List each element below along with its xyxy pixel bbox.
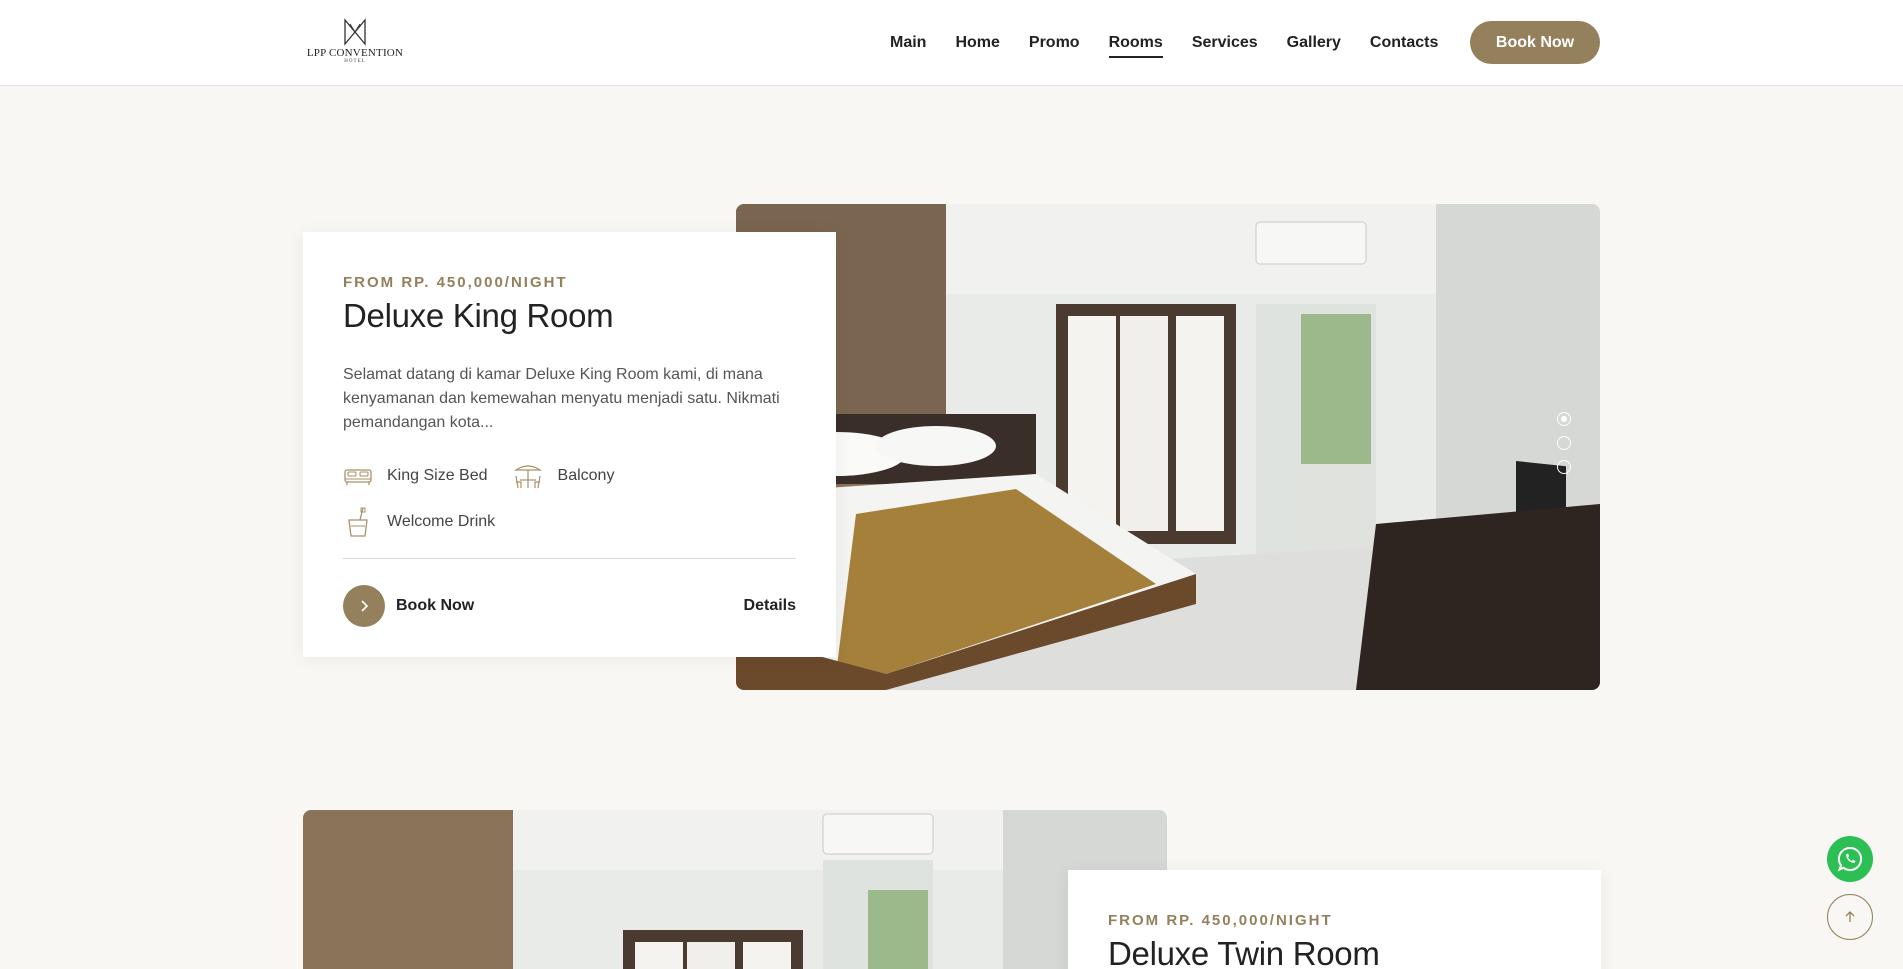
card-footer: Book Now Details — [343, 585, 796, 627]
card-divider — [343, 558, 796, 559]
carousel-dots — [1557, 412, 1571, 484]
amenity-label: Balcony — [557, 467, 615, 484]
room-description: Selamat datang di kamar Deluxe King Room… — [343, 366, 780, 431]
nav-main[interactable]: Main — [890, 28, 926, 58]
amenity-welcome-drink: Welcome Drink — [343, 506, 495, 538]
room-photo-deluxe-king[interactable] — [736, 204, 1600, 690]
logo-emblem-icon — [344, 18, 366, 46]
nav-services[interactable]: Services — [1192, 28, 1258, 58]
room-card-deluxe-twin: FROM RP. 450,000/NIGHT Deluxe Twin Room — [1068, 870, 1601, 969]
whatsapp-icon — [1837, 846, 1863, 872]
amenity-balcony: Balcony — [512, 460, 615, 492]
logo-subtext: HOTEL — [344, 59, 366, 64]
nav-rooms[interactable]: Rooms — [1108, 28, 1164, 58]
carousel-dot-3[interactable] — [1557, 460, 1571, 474]
carousel-dot-2[interactable] — [1557, 436, 1571, 450]
details-link[interactable]: Details — [744, 597, 796, 615]
room-title: Deluxe Twin Room — [1108, 935, 1380, 969]
amenity-label: King Size Bed — [387, 467, 488, 484]
nav-gallery[interactable]: Gallery — [1287, 28, 1341, 58]
logo-text: LPP CONVENTION — [306, 47, 404, 59]
scroll-to-top-button[interactable] — [1827, 894, 1873, 940]
room-price: FROM RP. 450,000/NIGHT — [1108, 912, 1333, 929]
hotel-logo[interactable]: LPP CONVENTION HOTEL — [303, 18, 407, 66]
nav-promo[interactable]: Promo — [1029, 28, 1080, 58]
header-book-now-button[interactable]: Book Now — [1470, 21, 1600, 64]
arrow-up-icon — [1845, 911, 1855, 922]
bedroom-photo — [303, 810, 1167, 969]
main-nav: Main Home Promo Rooms Services Gallery C… — [890, 0, 1467, 86]
book-now-label[interactable]: Book Now — [396, 597, 474, 615]
amenities-row: King Size Bed Balcony — [343, 459, 796, 493]
amenities-row: Welcome Drink — [343, 505, 796, 539]
site-header: LPP CONVENTION HOTEL Main Home Promo Roo… — [0, 0, 1903, 86]
room-title: Deluxe King Room — [343, 297, 614, 334]
amenity-label: Welcome Drink — [387, 513, 496, 530]
bedroom-photo — [736, 204, 1600, 690]
amenity-king-bed: King Size Bed — [343, 464, 488, 488]
room-photo-deluxe-twin[interactable] — [303, 810, 1167, 969]
nav-contacts[interactable]: Contacts — [1370, 28, 1438, 58]
balcony-icon — [513, 465, 542, 489]
room-book-now-button[interactable]: Book Now — [343, 585, 474, 627]
whatsapp-button[interactable] — [1827, 836, 1873, 882]
room-price: FROM RP. 450,000/NIGHT — [343, 274, 568, 291]
bed-icon — [344, 469, 372, 485]
room-card-deluxe-king: FROM RP. 450,000/NIGHT Deluxe King Room … — [303, 232, 836, 657]
carousel-dot-1[interactable] — [1557, 412, 1571, 426]
nav-home[interactable]: Home — [955, 28, 999, 58]
chevron-right-icon[interactable] — [343, 585, 385, 627]
welcome-drink-icon — [348, 507, 368, 537]
